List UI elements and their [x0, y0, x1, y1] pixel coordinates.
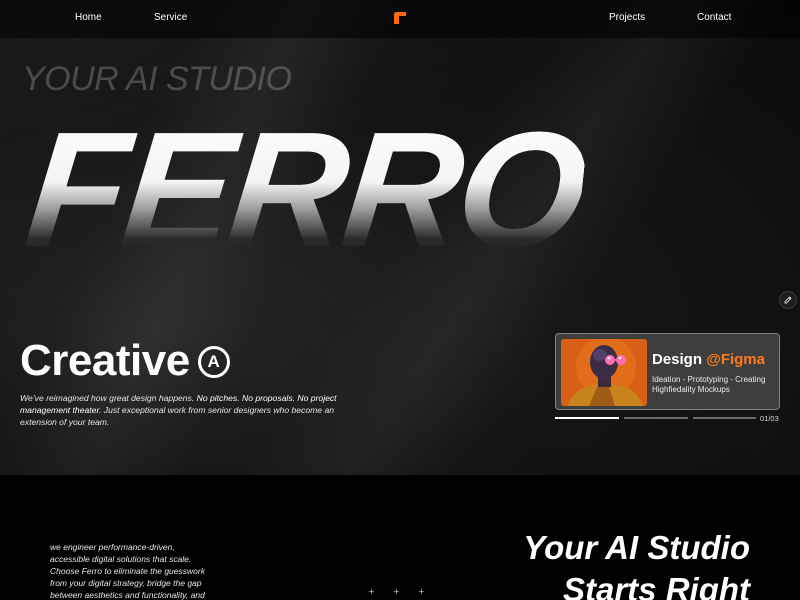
brand-wordmark: FERRO	[18, 98, 592, 281]
plus-icon: +	[418, 587, 425, 596]
hero-section: Home Service Projects Contact YOUR AI ST…	[0, 0, 800, 475]
top-nav: Home Service Projects Contact	[0, 0, 800, 38]
intro-heading-line1: Your AI Studio	[523, 529, 750, 566]
nav-projects-link[interactable]: Projects	[609, 12, 645, 23]
creative-heading: Creative A	[20, 336, 230, 386]
slider-progress-1[interactable]	[555, 417, 619, 419]
circled-a-icon: A	[197, 346, 230, 378]
slider-progress-3[interactable]	[693, 417, 756, 419]
service-card[interactable]: Design @Figma Ideation - Prototyping - C…	[555, 333, 780, 410]
pencil-icon	[784, 296, 792, 304]
hero-description-plain: We’ve reimagined how great design happen…	[20, 393, 195, 403]
card-image	[561, 339, 647, 406]
plus-icon: +	[393, 587, 400, 596]
card-subtitle: Ideation - Prototyping - Creating Highfi…	[652, 375, 766, 394]
slide-counter: 01/03	[760, 414, 779, 423]
intro-text: we engineer performance-driven, accessib…	[50, 542, 205, 600]
card-title-main: Design	[652, 351, 703, 368]
hero-description: We’ve reimagined how great design happen…	[20, 392, 350, 428]
ferro-logo-icon[interactable]	[394, 12, 406, 24]
slider-progress-2[interactable]	[624, 417, 688, 419]
hero-tagline: YOUR AI STUDIO	[22, 60, 292, 98]
intro-heading-line2: Starts Right	[562, 571, 750, 600]
nav-home-link[interactable]: Home	[75, 12, 102, 23]
portrait-image	[561, 339, 647, 406]
intro-section: we engineer performance-driven, accessib…	[0, 475, 800, 600]
card-title-accent: @Figma	[706, 351, 765, 368]
card-title: Design @Figma	[652, 351, 765, 368]
nav-service-link[interactable]: Service	[154, 12, 187, 23]
plus-icon: +	[368, 587, 375, 596]
intro-heading: Your AI Studio Starts Right	[430, 527, 750, 600]
edit-button[interactable]	[779, 291, 797, 309]
creative-title: Creative	[20, 336, 190, 385]
nav-contact-link[interactable]: Contact	[697, 12, 731, 23]
